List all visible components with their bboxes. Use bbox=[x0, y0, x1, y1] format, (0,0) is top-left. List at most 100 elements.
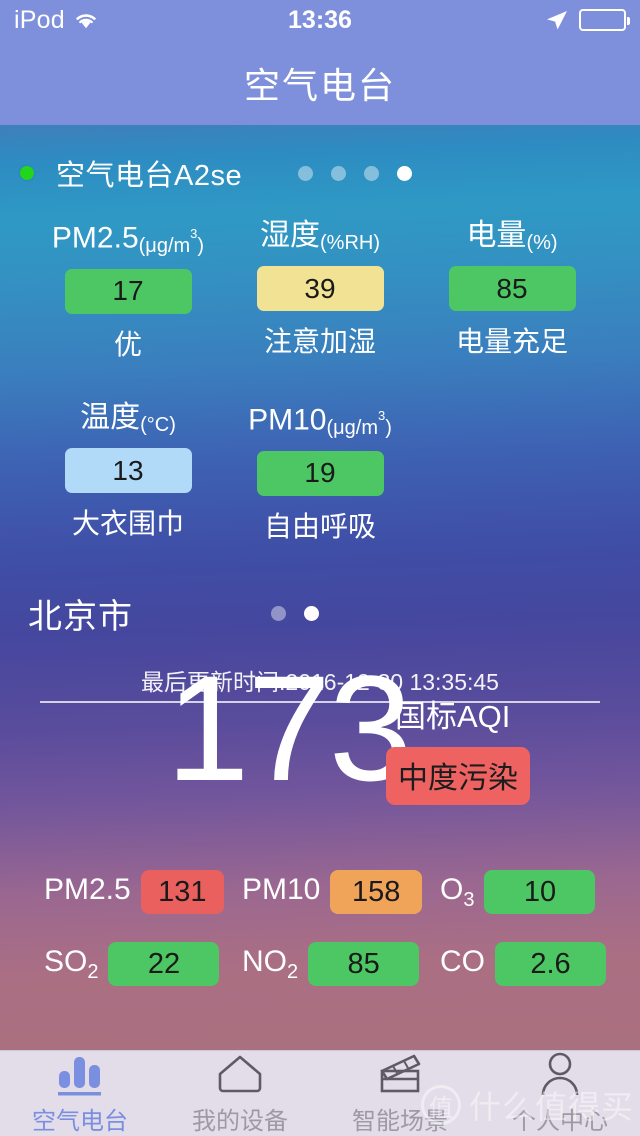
aqi-standard-label: 国标AQI bbox=[395, 699, 511, 734]
pollutant-label: PM2.5 bbox=[44, 873, 131, 912]
carrier-label: iPod bbox=[14, 5, 65, 34]
status-bar-left: iPod bbox=[14, 6, 99, 35]
home-icon bbox=[210, 1051, 270, 1097]
device-metrics-row-2: 温度(°C) 13 大衣围巾 PM10(μg/m3) 19 自由呼吸 bbox=[0, 401, 640, 545]
metric-value-pill: 13 bbox=[64, 448, 192, 493]
pollutant-value-pill: 85 bbox=[308, 942, 420, 986]
aqi-level-badge: 中度污染 bbox=[386, 747, 530, 805]
app-root: iPod 13:36 空气电台 空气电台A2se PM2.5(μg/m3) 17… bbox=[0, 0, 640, 1136]
tab-my-devices[interactable]: 我的设备 bbox=[160, 1051, 320, 1136]
pollutant-subscript: 2 bbox=[87, 960, 99, 983]
pollutant-label: CO bbox=[440, 945, 485, 984]
metric-unit: (°C) bbox=[140, 414, 176, 436]
tab-label: 空气电台 bbox=[32, 1108, 128, 1135]
pollutant-row: SO2 22 NO2 85 CO 2.6 bbox=[0, 934, 640, 994]
metric-desc: 自由呼吸 bbox=[263, 510, 376, 542]
metric-unit: (%RH) bbox=[320, 232, 380, 254]
pollutant-label: PM10 bbox=[242, 873, 320, 912]
pollutant-value-pill: 2.6 bbox=[495, 942, 606, 986]
metric-label: 温度(°C) bbox=[80, 401, 176, 438]
person-icon bbox=[530, 1051, 590, 1097]
battery-icon bbox=[579, 9, 630, 31]
status-bar: iPod 13:36 bbox=[0, 0, 640, 40]
metric-pm25: PM2.5(μg/m3) 17 优 bbox=[32, 219, 224, 363]
metric-value-pill: 85 bbox=[448, 266, 576, 311]
metric-battery: 电量(%) 85 电量充足 bbox=[416, 219, 608, 363]
metric-value-pill: 39 bbox=[256, 266, 384, 311]
metric-label: PM10(μg/m3) bbox=[248, 401, 392, 441]
tab-profile[interactable]: 个人中心 bbox=[480, 1051, 640, 1136]
tab-smart-scene[interactable]: 智能场景 bbox=[320, 1051, 480, 1136]
metric-value-pill: 19 bbox=[256, 450, 384, 496]
metric-unit: (μg/m3) bbox=[326, 408, 392, 439]
wifi-icon bbox=[73, 10, 99, 30]
pollutant-cell-co: CO 2.6 bbox=[440, 942, 606, 986]
metric-desc: 注意加湿 bbox=[263, 326, 376, 357]
device-header-row[interactable]: 空气电台A2se bbox=[0, 151, 640, 195]
metric-value-pill: 17 bbox=[64, 268, 192, 314]
pollutant-cell-so2: SO2 22 bbox=[44, 942, 224, 986]
pollutant-name: O bbox=[440, 872, 464, 906]
pollutant-value-pill: 158 bbox=[330, 870, 422, 914]
metric-pm10: PM10(μg/m3) 19 自由呼吸 bbox=[224, 401, 416, 545]
metric-unit: (μg/m3) bbox=[138, 226, 205, 257]
pollutant-grid: PM2.5 131 PM10 158 O3 10 SO2 22 NO2 85 C… bbox=[0, 862, 640, 1006]
clapperboard-icon bbox=[370, 1051, 430, 1097]
tab-label: 我的设备 bbox=[192, 1108, 288, 1135]
aqi-value: 173 bbox=[166, 644, 412, 812]
pollutant-cell-no2: NO2 85 bbox=[242, 942, 422, 986]
pollutant-cell-o3: O3 10 bbox=[440, 870, 596, 914]
metric-desc: 优 bbox=[113, 328, 142, 360]
metric-unit: (%) bbox=[526, 232, 558, 254]
device-pager-dot[interactable] bbox=[364, 165, 380, 181]
pollutant-value-pill: 131 bbox=[140, 870, 224, 914]
device-pager-dot[interactable] bbox=[331, 165, 347, 181]
pollutant-name: NO bbox=[242, 944, 287, 978]
city-name-label: 北京市 bbox=[28, 597, 133, 636]
status-bar-right bbox=[545, 8, 630, 32]
pollutant-name: PM2.5 bbox=[44, 872, 131, 906]
city-pager[interactable] bbox=[271, 605, 319, 621]
pollutant-name: SO bbox=[44, 944, 88, 978]
pollutant-label: SO2 bbox=[44, 945, 98, 984]
device-online-indicator-icon bbox=[20, 166, 34, 180]
device-metrics-row-1: PM2.5(μg/m3) 17 优 湿度(%RH) 39 注意加湿 电量(%) … bbox=[0, 219, 640, 363]
metric-humidity: 湿度(%RH) 39 注意加湿 bbox=[224, 219, 416, 363]
city-pager-dot-active[interactable] bbox=[304, 605, 319, 621]
city-pager-dot[interactable] bbox=[271, 605, 286, 621]
city-header-row[interactable]: 北京市 bbox=[0, 588, 640, 638]
clock-label: 13:36 bbox=[288, 5, 352, 34]
metric-label: 电量(%) bbox=[466, 219, 557, 256]
aqi-block: 173 国标AQI 中度污染 bbox=[0, 644, 640, 865]
metric-name: 湿度 bbox=[260, 219, 320, 252]
device-pager-dot[interactable] bbox=[298, 165, 314, 181]
content-scroll-area[interactable]: 空气电台A2se PM2.5(μg/m3) 17 优 湿度(%RH) 39 注意… bbox=[0, 125, 640, 1050]
metric-label: 湿度(%RH) bbox=[260, 219, 380, 256]
tab-bar: 空气电台 我的设备 智能场景 个人中心 值 什么值得买 bbox=[0, 1050, 640, 1136]
pollutant-name: CO bbox=[440, 944, 485, 978]
metric-name: 电量 bbox=[466, 219, 527, 252]
pollutant-name: PM10 bbox=[242, 872, 321, 906]
pollutant-value-pill: 10 bbox=[484, 870, 596, 914]
tab-air-radio[interactable]: 空气电台 bbox=[0, 1051, 160, 1136]
pollutant-subscript: 2 bbox=[287, 960, 299, 983]
device-pager-dot-active[interactable] bbox=[397, 165, 413, 181]
location-arrow-icon bbox=[545, 8, 569, 32]
page-title: 空气电台 bbox=[243, 64, 396, 106]
metric-temperature: 温度(°C) 13 大衣围巾 bbox=[32, 401, 224, 545]
device-name-label: 空气电台A2se bbox=[56, 160, 243, 192]
metric-name: PM10 bbox=[248, 403, 327, 437]
nav-bar: 空气电台 bbox=[0, 40, 640, 125]
pollutant-cell-pm25: PM2.5 131 bbox=[44, 870, 224, 914]
pollutant-label: O3 bbox=[440, 873, 474, 912]
pollutant-cell-pm10: PM10 158 bbox=[242, 870, 422, 914]
tab-label: 智能场景 bbox=[352, 1108, 448, 1135]
metric-desc: 电量充足 bbox=[455, 326, 568, 357]
pollutant-value-pill: 22 bbox=[108, 942, 220, 986]
metric-label: PM2.5(μg/m3) bbox=[52, 219, 204, 259]
metric-name: 温度 bbox=[80, 401, 141, 434]
metric-name: PM2.5 bbox=[51, 221, 139, 255]
bar-chart-icon bbox=[50, 1051, 110, 1097]
device-pager[interactable] bbox=[298, 165, 413, 181]
pollutant-subscript: 3 bbox=[463, 888, 475, 911]
